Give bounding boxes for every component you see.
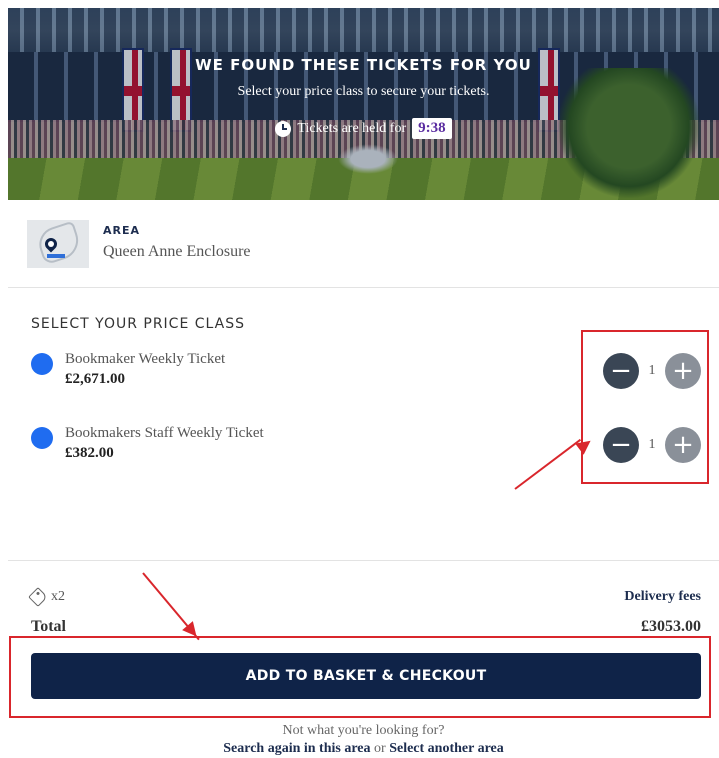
- countdown-timer: 9:38: [412, 118, 452, 139]
- area-section: AREA Queen Anne Enclosure: [8, 200, 719, 288]
- ticket-count: x2: [51, 589, 65, 604]
- section-title: SELECT YOUR PRICE CLASS: [31, 316, 246, 332]
- price-class-amount: £382.00: [65, 445, 114, 461]
- price-class-amount: £2,671.00: [65, 371, 125, 387]
- or-text: or: [374, 741, 386, 756]
- hero-banner: WE FOUND THESE TICKETS FOR YOU Select yo…: [8, 8, 719, 200]
- area-name: Queen Anne Enclosure: [103, 243, 251, 260]
- highlight-box-checkout: [9, 636, 711, 718]
- total-value: £3053.00: [641, 618, 701, 635]
- highlight-box-steppers: [581, 330, 709, 484]
- price-class-radio[interactable]: [31, 427, 53, 449]
- area-label: AREA: [103, 224, 141, 237]
- ticket-count-row: x2: [28, 587, 65, 607]
- area-map-thumbnail: [27, 220, 89, 268]
- delivery-fees-link[interactable]: Delivery fees: [624, 589, 701, 605]
- hold-timer-row: Tickets are held for 9:38: [8, 118, 719, 139]
- hero-subtitle: Select your price class to secure your t…: [237, 84, 490, 99]
- total-label: Total: [31, 618, 66, 635]
- search-links-row: Search again in this area or Select anot…: [8, 741, 719, 757]
- hero-title: WE FOUND THESE TICKETS FOR YOU: [195, 56, 532, 74]
- clock-icon: [275, 120, 292, 137]
- not-looking-text: Not what you're looking for?: [282, 723, 445, 738]
- select-another-area-link[interactable]: Select another area: [389, 741, 504, 756]
- price-class-name: Bookmaker Weekly Ticket: [65, 351, 226, 367]
- price-class-radio[interactable]: [31, 353, 53, 375]
- ticket-tag-icon: [28, 587, 48, 607]
- price-class-name: Bookmakers Staff Weekly Ticket: [65, 425, 264, 441]
- hold-text: Tickets are held for: [297, 120, 407, 136]
- search-again-link[interactable]: Search again in this area: [223, 741, 370, 756]
